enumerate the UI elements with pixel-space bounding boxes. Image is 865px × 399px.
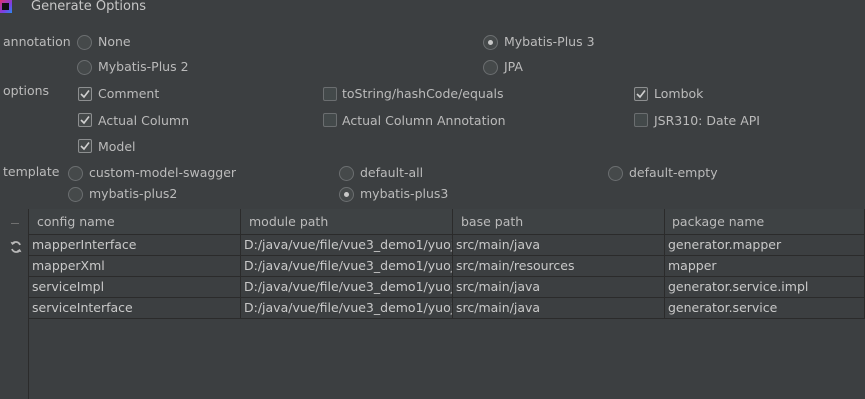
table-cell[interactable]: src/main/resources (453, 256, 665, 277)
template-default-empty-label[interactable]: default-empty (629, 165, 718, 180)
jsr310-date-api-checkbox[interactable] (634, 113, 648, 127)
tostring-hashcode-equals-label[interactable]: toString/hashCode/equals (342, 86, 504, 101)
checkmark-icon (80, 142, 90, 151)
lombok-checkbox[interactable] (634, 87, 648, 101)
comment-checkbox[interactable] (78, 87, 92, 101)
table-cell[interactable]: generator.service.impl (665, 277, 865, 298)
template-custom-model-swagger-radio[interactable] (68, 166, 83, 181)
annotation-label: annotation (3, 34, 71, 49)
column-header-base-path[interactable]: base path (453, 209, 665, 235)
table-grid: config name module path base path packag… (29, 209, 865, 399)
table-cell[interactable]: generator.service (665, 298, 865, 319)
column-header-config-name[interactable]: config name (29, 209, 241, 235)
table-cell[interactable]: D:/java/vue/file/vue3_demo1/yuoj-... (241, 235, 453, 256)
template-default-empty-radio[interactable] (608, 166, 623, 181)
minus-icon[interactable] (11, 223, 19, 224)
checkmark-icon (80, 116, 90, 125)
template-mybatis-plus2-label[interactable]: mybatis-plus2 (89, 186, 177, 201)
lombok-label[interactable]: Lombok (654, 86, 703, 101)
template-label: template (3, 164, 60, 179)
table-cell[interactable]: D:/java/vue/file/vue3_demo1/yuoj-... (241, 256, 453, 277)
table-cell[interactable]: mapperXml (29, 256, 241, 277)
template-mybatis-plus3-label[interactable]: mybatis-plus3 (360, 186, 448, 201)
annotation-mybatis-plus2-radio[interactable] (77, 60, 92, 75)
table-cell[interactable]: generator.mapper (665, 235, 865, 256)
table-cell[interactable]: D:/java/vue/file/vue3_demo1/yuoj-... (241, 298, 453, 319)
tostring-hashcode-equals-checkbox[interactable] (323, 87, 337, 101)
column-header-module-path[interactable]: module path (241, 209, 453, 235)
template-custom-model-swagger-label[interactable]: custom-model-swagger (89, 165, 236, 180)
table-cell[interactable]: mapper (665, 256, 865, 277)
table-cell[interactable]: mapperInterface (29, 235, 241, 256)
dialog-title: Generate Options (31, 0, 147, 14)
column-header-package-name[interactable]: package name (665, 209, 865, 235)
actual-column-annotation-label[interactable]: Actual Column Annotation (342, 113, 506, 128)
table-cell[interactable]: src/main/java (453, 235, 665, 256)
annotation-mybatis-plus3-label[interactable]: Mybatis-Plus 3 (504, 34, 595, 49)
options-label: options (3, 83, 50, 98)
table-cell[interactable]: src/main/java (453, 298, 665, 319)
app-icon (0, 0, 12, 13)
annotation-none-radio[interactable] (77, 35, 92, 50)
template-mybatis-plus3-radio[interactable] (339, 187, 354, 202)
actual-column-label[interactable]: Actual Column (98, 113, 189, 128)
table-cell[interactable]: serviceInterface (29, 298, 241, 319)
annotation-mybatis-plus3-radio[interactable] (483, 35, 498, 50)
comment-label[interactable]: Comment (98, 86, 159, 101)
checkmark-icon (636, 90, 646, 99)
jsr310-date-api-label[interactable]: JSR310: Date API (654, 113, 760, 128)
actual-column-checkbox[interactable] (78, 113, 92, 127)
model-checkbox[interactable] (78, 139, 92, 153)
annotation-jpa-radio[interactable] (483, 60, 498, 75)
refresh-icon[interactable] (9, 240, 23, 254)
actual-column-annotation-checkbox[interactable] (323, 113, 337, 127)
annotation-jpa-label[interactable]: JPA (504, 59, 523, 74)
model-label[interactable]: Model (98, 139, 136, 154)
table-cell[interactable]: src/main/java (453, 277, 665, 298)
template-default-all-radio[interactable] (339, 166, 354, 181)
annotation-none-label[interactable]: None (98, 34, 131, 49)
table-cell[interactable]: serviceImpl (29, 277, 241, 298)
table-cell[interactable]: D:/java/vue/file/vue3_demo1/yuoj-... (241, 277, 453, 298)
config-table: config name module path base path packag… (0, 209, 865, 399)
template-default-all-label[interactable]: default-all (360, 165, 423, 180)
annotation-mybatis-plus2-label[interactable]: Mybatis-Plus 2 (98, 59, 189, 74)
template-mybatis-plus2-radio[interactable] (68, 187, 83, 202)
table-toolbar (0, 209, 29, 399)
checkmark-icon (80, 90, 90, 99)
